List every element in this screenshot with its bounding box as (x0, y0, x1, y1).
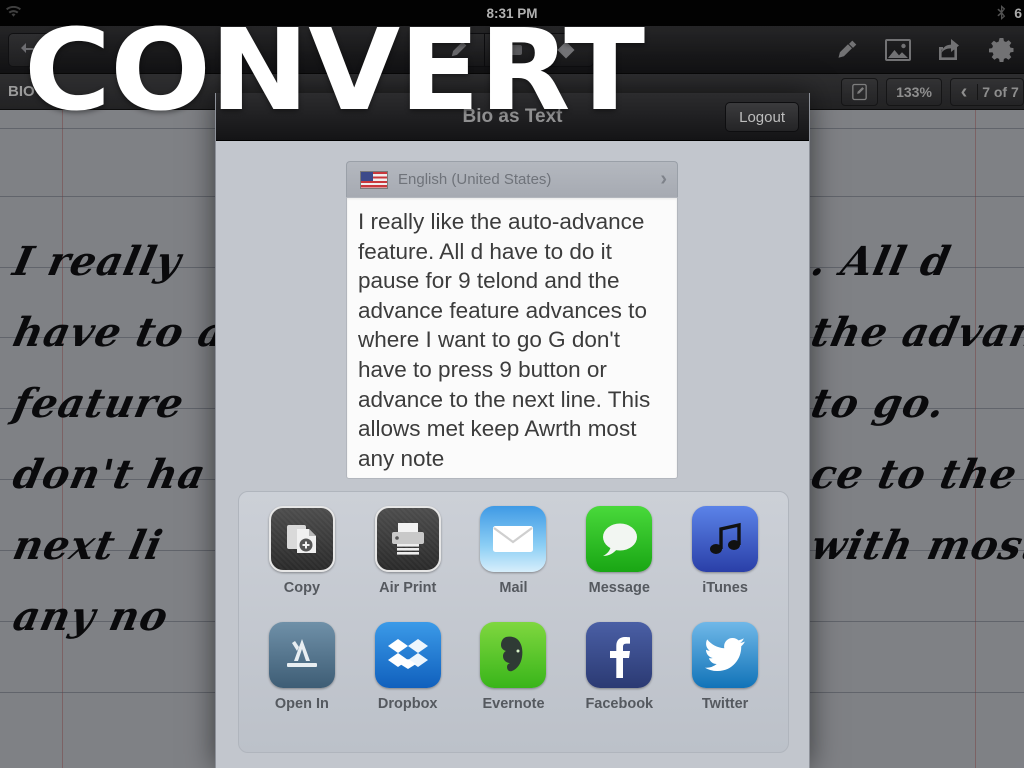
share-item-evernote[interactable]: Evernote (461, 622, 567, 738)
convert-caption-overlay: CONVERT (24, 6, 645, 136)
ocr-result-card: English (United States) › I really like … (346, 161, 678, 479)
dropbox-icon (374, 622, 441, 688)
share-item-dropbox[interactable]: Dropbox (355, 622, 461, 738)
copy-icon (268, 506, 335, 572)
share-item-label: Twitter (701, 696, 749, 712)
share-item-open-in[interactable]: Open In (249, 622, 355, 738)
share-item-message[interactable]: Message (566, 506, 672, 622)
itunes-note-icon (692, 506, 759, 572)
chevron-right-icon[interactable]: › (660, 168, 667, 191)
share-item-label: iTunes (702, 580, 748, 596)
share-item-label: Copy (283, 580, 321, 596)
logout-button-label: Logout (739, 108, 785, 126)
share-item-label: Facebook (585, 696, 654, 712)
evernote-elephant-icon (480, 622, 547, 688)
twitter-bird-icon (692, 622, 759, 688)
app-store-icon (268, 622, 335, 688)
share-item-label: Open In (274, 696, 329, 712)
us-flag-icon (360, 170, 388, 189)
share-item-copy[interactable]: Copy (249, 506, 355, 622)
share-item-label: Mail (499, 580, 528, 596)
share-item-label: Evernote (482, 696, 545, 712)
mail-envelope-icon (480, 506, 547, 572)
share-item-label: Air Print (379, 580, 437, 596)
share-item-mail[interactable]: Mail (461, 506, 567, 622)
share-item-facebook[interactable]: Facebook (566, 622, 672, 738)
share-item-air-print[interactable]: Air Print (355, 506, 461, 622)
language-selector-row[interactable]: English (United States) › (346, 161, 678, 197)
share-options-grid: Copy Air Print Mail Message iTunes Open … (238, 491, 789, 753)
share-item-label: Message (588, 580, 650, 596)
share-item-label: Dropbox (377, 696, 438, 712)
logout-button[interactable]: Logout (725, 102, 799, 132)
share-item-itunes[interactable]: iTunes (672, 506, 778, 622)
message-bubble-icon (586, 506, 653, 572)
share-item-twitter[interactable]: Twitter (672, 622, 778, 738)
facebook-icon (586, 622, 653, 688)
ipad-screen: I really have to a feature don't ha next… (0, 0, 1024, 768)
printer-icon (374, 506, 441, 572)
convert-to-text-modal: Bio as Text Logout English (United State… (215, 93, 810, 768)
ocr-text-box[interactable]: I really like the auto-advance feature. … (346, 197, 678, 479)
language-label: English (United States) (398, 171, 552, 188)
ocr-text-content: I really like the auto-advance feature. … (358, 209, 657, 471)
